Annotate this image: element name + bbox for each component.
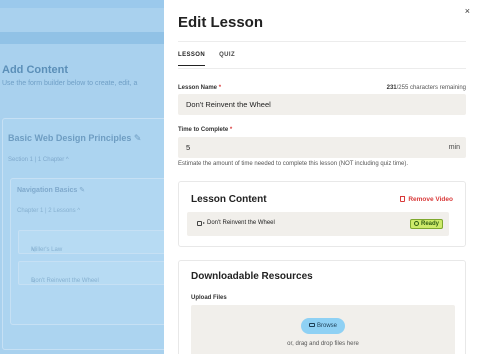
time-to-complete-input[interactable]: 5 [178, 137, 466, 158]
background-page-title: Add Content [2, 64, 68, 76]
background-lesson-item: Don't Reinvent the Wheel ✎ [18, 261, 180, 285]
background-nav [0, 32, 164, 44]
background-course-title: Basic Web Design Principles ✎ [8, 133, 141, 144]
edit-icon: ✎ [31, 248, 37, 254]
trash-icon [400, 196, 406, 202]
lesson-name-input[interactable]: Don't Reinvent the Wheel [178, 94, 466, 115]
check-icon [413, 221, 419, 226]
background-chapter-meta: Chapter 1 | 2 Lessons ^ [17, 208, 81, 214]
resources-title: Downloadable Resources [191, 271, 313, 282]
video-icon [197, 221, 205, 226]
drawer-title: Edit Lesson [178, 14, 264, 31]
upload-files-label: Upload Files [191, 295, 227, 301]
background-chapter-title: Navigation Basics ✎ [17, 186, 85, 194]
remove-video-button[interactable]: Remove Video [400, 196, 453, 203]
time-to-complete-label: Time to Complete * [178, 127, 233, 133]
background-page-subtitle: Use the form builder below to create, ed… [2, 80, 138, 87]
tab-divider [178, 68, 466, 69]
drag-drop-text: or, drag and drop files here [287, 341, 359, 347]
edit-icon: ✎ [31, 279, 37, 285]
downloadable-resources-section: Downloadable Resources Upload Files Brow… [178, 260, 466, 354]
background-chapter-title-text: Navigation Basics [17, 187, 78, 194]
time-help-text: Estimate the amount of time needed to co… [178, 161, 409, 167]
tab-bar: LESSON QUIZ [178, 52, 235, 66]
time-unit: min [448, 144, 460, 151]
status-badge: Ready [409, 219, 443, 229]
lesson-name-label: Lesson Name * [178, 85, 222, 91]
background-course-title-text: Basic Web Design Principles [8, 133, 132, 143]
file-drop-zone[interactable]: Browse or, drag and drop files here [191, 305, 455, 354]
edit-icon: ✎ [79, 187, 86, 194]
lesson-content-title: Lesson Content [191, 194, 267, 205]
background-course-meta: Section 1 | 1 Chapter ^ [8, 157, 69, 163]
folder-icon [308, 323, 315, 327]
edit-lesson-drawer: × Edit Lesson LESSON QUIZ Lesson Name * … [164, 0, 480, 354]
video-item: Don't Reinvent the Wheel Ready [187, 212, 449, 236]
background-lesson-item: Miller's Law ✎ [18, 230, 180, 254]
tab-lesson[interactable]: LESSON [178, 52, 206, 66]
video-name: Don't Reinvent the Wheel [207, 220, 275, 226]
tab-quiz[interactable]: QUIZ [219, 52, 235, 66]
background-topbar [0, 0, 164, 8]
character-counter: 231/255 characters remaining [386, 85, 466, 91]
edit-icon: ✎ [133, 133, 142, 143]
close-icon[interactable]: × [465, 6, 470, 16]
lesson-content-section: Lesson Content Remove Video Don't Reinve… [178, 181, 466, 247]
browse-button[interactable]: Browse [301, 318, 345, 334]
title-divider [178, 41, 466, 42]
